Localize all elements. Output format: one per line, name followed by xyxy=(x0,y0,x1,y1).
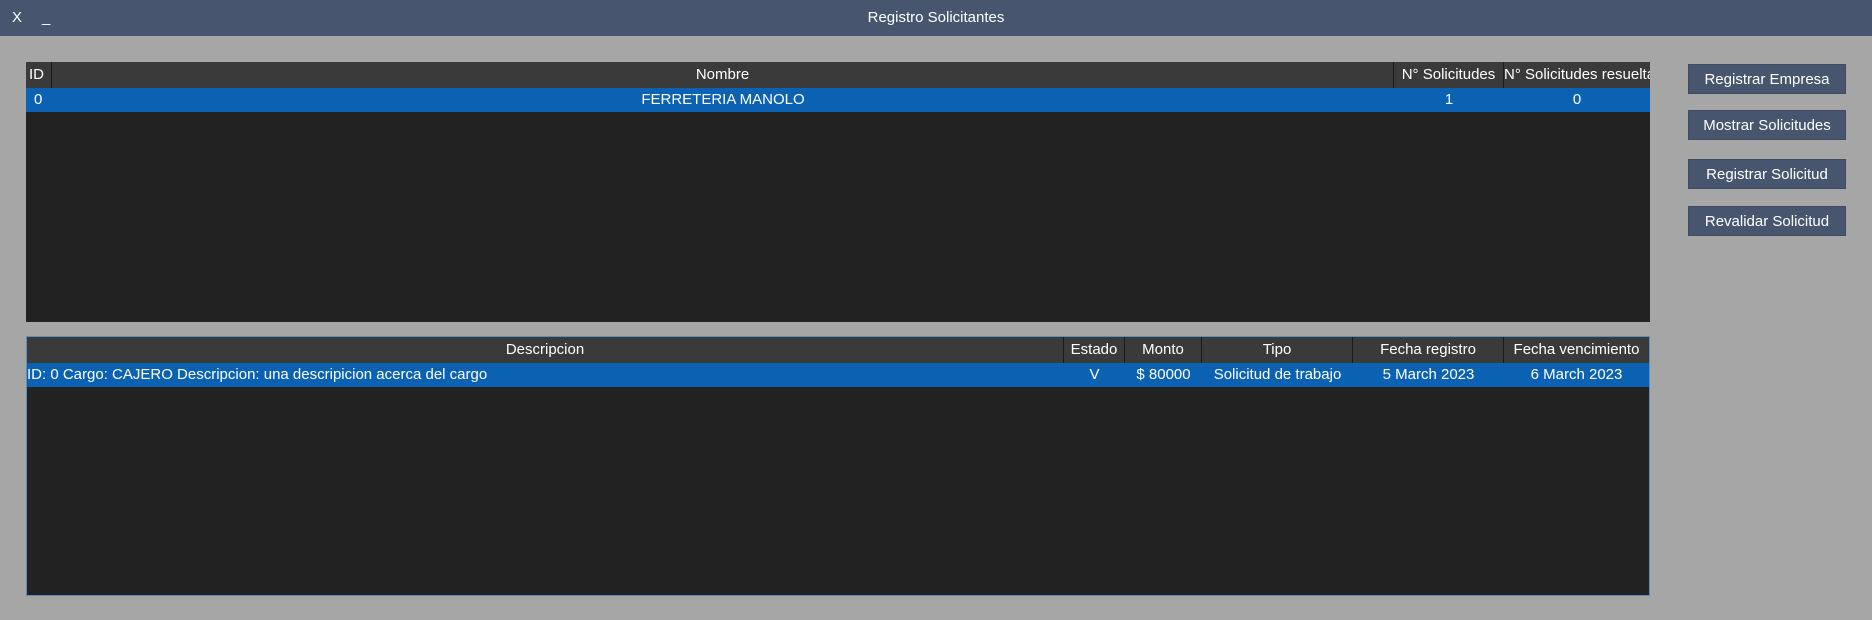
minimize-button[interactable]: _ xyxy=(42,0,50,36)
registrar-empresa-button[interactable]: Registrar Empresa xyxy=(1688,64,1846,94)
table-row[interactable]: ID: 0 Cargo: CAJERO Descripcion: una des… xyxy=(27,363,1649,387)
requests-table[interactable]: Descripcion Estado Monto Tipo Fecha regi… xyxy=(26,336,1650,596)
column-header-monto[interactable]: Monto xyxy=(1125,337,1202,363)
column-header-solicitudes-resueltas[interactable]: N° Solicitudes resueltas xyxy=(1504,62,1650,88)
column-header-fecha-registro[interactable]: Fecha registro xyxy=(1353,337,1504,363)
companies-table[interactable]: ID Nombre N° Solicitudes N° Solicitudes … xyxy=(26,62,1650,322)
companies-table-header: ID Nombre N° Solicitudes N° Solicitudes … xyxy=(26,62,1650,88)
registrar-solicitud-button[interactable]: Registrar Solicitud xyxy=(1688,159,1846,189)
column-header-nombre[interactable]: Nombre xyxy=(52,62,1394,88)
column-header-solicitudes[interactable]: N° Solicitudes xyxy=(1394,62,1504,88)
close-button[interactable]: X xyxy=(12,0,22,36)
revalidar-solicitud-button[interactable]: Revalidar Solicitud xyxy=(1688,206,1846,236)
cell-descripcion: ID: 0 Cargo: CAJERO Descripcion: una des… xyxy=(27,366,488,383)
window-title: Registro Solicitantes xyxy=(867,9,1005,26)
column-header-id[interactable]: ID xyxy=(26,62,52,88)
table-row[interactable]: 0 FERRETERIA MANOLO 1 0 xyxy=(26,88,1650,112)
column-header-estado[interactable]: Estado xyxy=(1064,337,1125,363)
cell-solicitudes-resueltas: 0 xyxy=(1572,91,1582,108)
mostrar-solicitudes-button[interactable]: Mostrar Solicitudes xyxy=(1688,110,1846,140)
cell-estado: V xyxy=(1089,366,1100,383)
cell-fecha-registro: 5 March 2023 xyxy=(1382,366,1475,383)
main-window: Registro Solicitantes X _ ID Nombre N° S… xyxy=(0,0,1872,620)
column-header-tipo[interactable]: Tipo xyxy=(1202,337,1353,363)
cell-id: 0 xyxy=(34,91,43,108)
cell-nombre: FERRETERIA MANOLO xyxy=(641,91,805,108)
requests-table-header: Descripcion Estado Monto Tipo Fecha regi… xyxy=(27,337,1649,363)
cell-monto: $ 80000 xyxy=(1136,366,1191,383)
title-bar: Registro Solicitantes X _ xyxy=(0,0,1872,36)
cell-fecha-vencimiento: 6 March 2023 xyxy=(1530,366,1623,383)
cell-tipo: Solicitud de trabajo xyxy=(1213,366,1342,383)
cell-solicitudes: 1 xyxy=(1444,91,1454,108)
column-header-fecha-vencimiento[interactable]: Fecha vencimiento xyxy=(1504,337,1649,363)
column-header-descripcion[interactable]: Descripcion xyxy=(27,337,1064,363)
